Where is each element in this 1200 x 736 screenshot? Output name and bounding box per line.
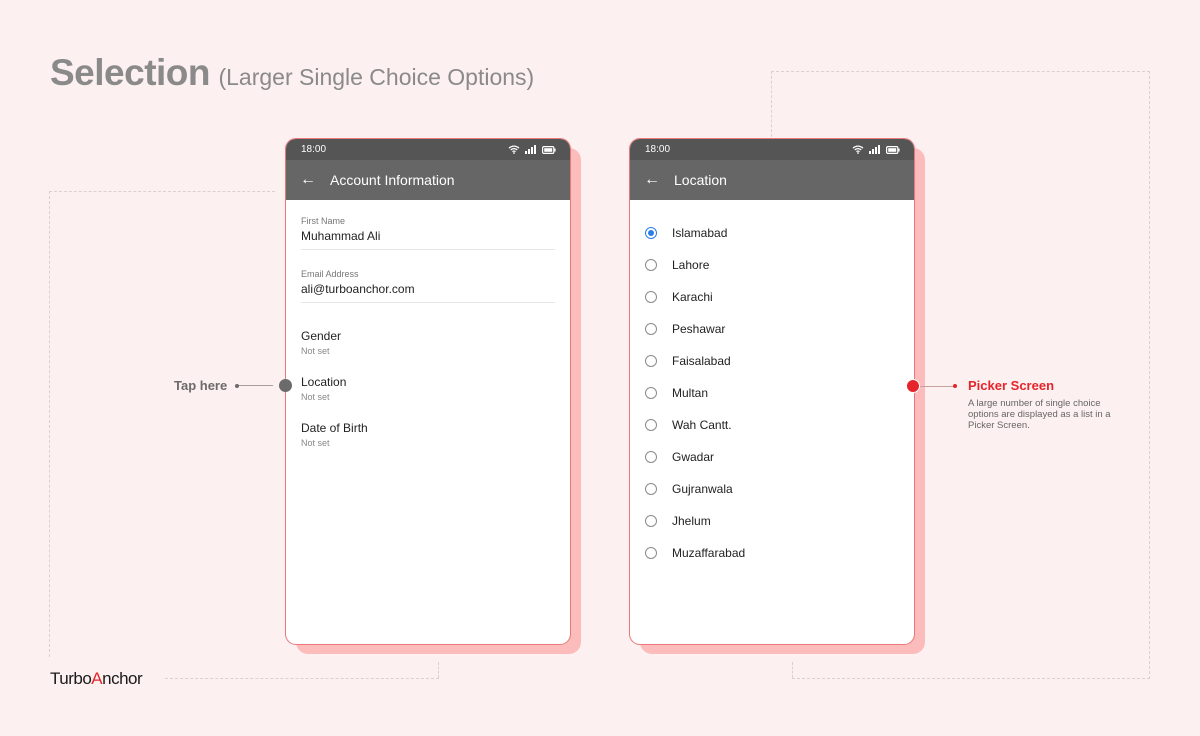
radio-unchecked-icon[interactable] xyxy=(645,515,657,527)
location-option[interactable]: Lahore xyxy=(630,249,914,281)
picker-callout-dot xyxy=(953,384,957,388)
setting-value: Not set xyxy=(301,346,330,356)
signal-icon xyxy=(869,145,880,154)
option-label: Gujranwala xyxy=(672,482,733,496)
page-title: Selection (Larger Single Choice Options) xyxy=(50,52,534,94)
option-label: Jhelum xyxy=(672,514,711,528)
location-radio-list: Islamabad Lahore Karachi Peshawar Faisalabad… xyxy=(630,200,914,569)
location-option[interactable]: Faisalabad xyxy=(630,345,914,377)
field-label: First Name xyxy=(301,216,346,226)
setting-value: Not set xyxy=(301,392,330,402)
field-value[interactable]: ali@turboanchor.com xyxy=(301,282,555,296)
callout-line xyxy=(239,385,274,386)
option-label: Faisalabad xyxy=(672,354,731,368)
wifi-icon xyxy=(852,145,864,154)
radio-checked-icon[interactable] xyxy=(645,227,657,239)
location-option[interactable]: Gwadar xyxy=(630,441,914,473)
radio-unchecked-icon[interactable] xyxy=(645,259,657,271)
account-form: First Name Muhammad Ali Email Address al… xyxy=(286,200,570,448)
option-label: Multan xyxy=(672,386,709,400)
picker-screen-title: Picker Screen xyxy=(968,378,1055,393)
account-information-screen: 18:00 ← Account Information First Name M… xyxy=(285,138,571,645)
setting-name: Gender xyxy=(301,329,342,343)
location-option[interactable]: Wah Cantt. xyxy=(630,409,914,441)
setting-name: Location xyxy=(301,375,347,389)
radio-unchecked-icon[interactable] xyxy=(645,291,657,303)
first-name-field[interactable]: First Name Muhammad Ali xyxy=(301,216,555,250)
picker-screen-description: A large number of single choice options … xyxy=(968,398,1111,431)
radio-unchecked-icon[interactable] xyxy=(645,419,657,431)
location-option[interactable]: Muzaffarabad xyxy=(630,537,914,569)
setting-name: Date of Birth xyxy=(301,421,368,435)
turboanchor-logo: TurboAnchor xyxy=(50,669,143,689)
location-setting[interactable]: Location Not set xyxy=(301,375,555,402)
title-main: Selection xyxy=(50,52,211,93)
tap-here-callout: Tap here xyxy=(174,378,274,393)
app-bar: ← Account Information xyxy=(286,160,570,200)
battery-icon xyxy=(542,145,556,154)
location-option[interactable]: Islamabad xyxy=(630,217,914,249)
option-label: Wah Cantt. xyxy=(672,418,732,432)
status-bar: 18:00 xyxy=(630,139,914,160)
screen-title: Location xyxy=(674,172,727,188)
option-label: Peshawar xyxy=(672,322,726,336)
tap-target-marker xyxy=(279,379,292,392)
guide-bottom-right-vertical xyxy=(792,662,793,678)
radio-unchecked-icon[interactable] xyxy=(645,355,657,367)
location-option[interactable]: Peshawar xyxy=(630,313,914,345)
status-time: 18:00 xyxy=(645,144,671,155)
field-value[interactable]: Muhammad Ali xyxy=(301,229,555,243)
tap-here-label: Tap here xyxy=(174,378,228,393)
setting-value: Not set xyxy=(301,438,330,448)
status-bar: 18:00 xyxy=(286,139,570,160)
guide-left-vertical xyxy=(49,191,50,657)
screen-title: Account Information xyxy=(330,172,455,188)
option-label: Gwadar xyxy=(672,450,715,464)
logo-part1: Turbo xyxy=(50,669,92,688)
back-arrow-icon[interactable]: ← xyxy=(300,171,330,189)
app-bar: ← Location xyxy=(630,160,914,200)
location-picker-screen: 18:00 ← Location Islamabad Lahore Karachi P… xyxy=(629,138,915,645)
battery-icon xyxy=(886,145,900,154)
signal-icon xyxy=(525,145,536,154)
option-label: Muzaffarabad xyxy=(672,546,746,560)
guide-right-top-vertical xyxy=(771,71,772,137)
option-label: Lahore xyxy=(672,258,710,272)
guide-bottom-left-vertical xyxy=(438,662,439,678)
location-option[interactable]: Multan xyxy=(630,377,914,409)
picker-marker xyxy=(906,379,920,393)
radio-unchecked-icon[interactable] xyxy=(645,387,657,399)
gender-setting[interactable]: Gender Not set xyxy=(301,329,555,356)
email-address-field[interactable]: Email Address ali@turboanchor.com xyxy=(301,269,555,303)
back-arrow-icon[interactable]: ← xyxy=(644,171,674,189)
status-time: 18:00 xyxy=(301,144,327,155)
option-label: Karachi xyxy=(672,290,713,304)
guide-left-top xyxy=(49,191,275,192)
radio-unchecked-icon[interactable] xyxy=(645,323,657,335)
radio-unchecked-icon[interactable] xyxy=(645,547,657,559)
guide-right-top xyxy=(771,71,1150,72)
wifi-icon xyxy=(508,145,520,154)
location-option[interactable]: Gujranwala xyxy=(630,473,914,505)
date-of-birth-setting[interactable]: Date of Birth Not set xyxy=(301,421,555,448)
radio-unchecked-icon[interactable] xyxy=(645,483,657,495)
location-option[interactable]: Karachi xyxy=(630,281,914,313)
location-option[interactable]: Jhelum xyxy=(630,505,914,537)
option-label: Islamabad xyxy=(672,226,728,240)
logo-part2: nchor xyxy=(102,669,143,688)
picker-callout-line xyxy=(920,386,954,387)
guide-right-vertical xyxy=(1149,71,1150,679)
logo-accent: A xyxy=(91,669,103,688)
radio-unchecked-icon[interactable] xyxy=(645,451,657,463)
guide-bottom-right xyxy=(792,678,1150,679)
field-label: Email Address xyxy=(301,269,359,279)
guide-bottom-left xyxy=(165,678,439,679)
title-subtitle: (Larger Single Choice Options) xyxy=(218,64,535,90)
